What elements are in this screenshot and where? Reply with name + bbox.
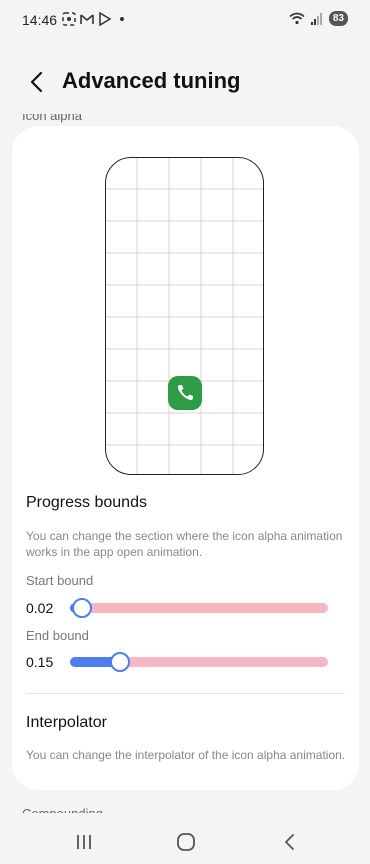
wifi-icon [289,12,305,25]
status-bar: 14:46 83 [0,0,370,40]
navigation-bar [0,820,370,864]
end-bound-label: End bound [26,628,89,643]
progress-bounds-title: Progress bounds [26,494,147,511]
settings-card: Progress bounds You can change the secti… [12,126,359,790]
screenshot-notification-icon [62,12,76,26]
slider-thumb[interactable] [110,652,131,672]
page-title: Advanced tuning [62,68,241,93]
status-time: 14:46 [22,12,58,28]
interpolator-title[interactable]: Interpolator [26,714,107,732]
play-store-notification-icon [99,12,112,26]
recent-apps-icon[interactable] [72,830,96,854]
progress-bounds-description: You can change the section where the ico… [26,529,343,559]
start-bound-slider[interactable] [70,595,328,621]
phone-icon [177,385,193,401]
slider-thumb[interactable] [72,598,92,618]
app-header: Advanced tuning [0,58,370,106]
start-bound-label: Start bound [26,573,94,588]
back-icon[interactable] [278,830,302,854]
more-notifications-dot [120,17,124,21]
animation-preview [105,157,264,475]
end-bound-value: 0.15 [26,654,54,670]
divider [26,693,345,694]
interpolator-description: You can change the interpolator of the i… [26,748,346,762]
system-status: 83 [289,11,348,26]
slider-track [70,603,328,613]
gmail-notification-icon [80,14,94,24]
notification-icons [62,12,124,26]
end-bound-slider[interactable] [70,649,328,675]
battery-level: 83 [328,11,348,26]
section-heading-icon-alpha: Icon alpha [22,108,82,123]
preview-grid [106,158,263,474]
back-chevron-icon[interactable] [26,70,50,94]
start-bound-value: 0.02 [26,600,54,616]
signal-icon [310,12,322,25]
phone-app-icon [168,376,202,410]
section-heading-compounding: Compounding [22,806,103,821]
home-icon[interactable] [174,830,198,854]
